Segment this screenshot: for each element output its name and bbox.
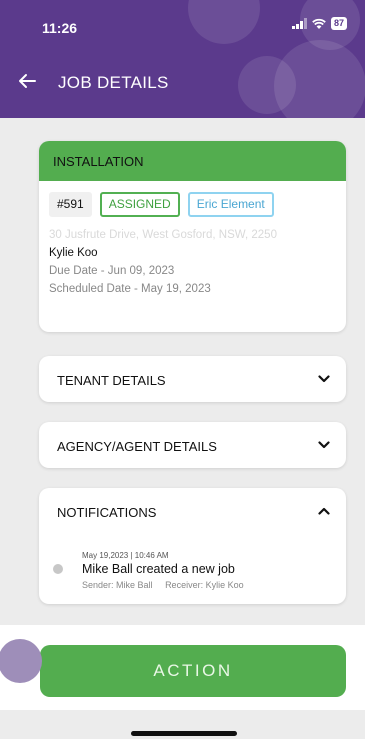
notification-dot <box>53 564 63 574</box>
cellular-signal-icon <box>291 18 307 29</box>
notification-timestamp: May 19,2023 | 10:46 AM <box>82 551 169 560</box>
scheduled-date: Scheduled Date - May 19, 2023 <box>49 283 211 295</box>
status-icons: 87 <box>291 17 347 30</box>
page-title: JOB DETAILS <box>58 73 169 92</box>
assignee-badge: Eric Element <box>187 192 274 217</box>
battery-icon: 87 <box>330 17 347 30</box>
notifications-section: NOTIFICATIONS May 19,2023 | 10:46 AM Mik… <box>39 488 346 604</box>
arrow-left-icon[interactable] <box>16 70 38 92</box>
job-address: 30 Jusfrute Drive, West Gosford, NSW, 22… <box>49 229 277 241</box>
tenant-name: Kylie Koo <box>49 247 98 259</box>
due-date: Due Date - Jun 09, 2023 <box>49 265 175 277</box>
app-header: 11:26 87 JOB DETAILS <box>0 0 365 118</box>
job-tags: #591 ASSIGNED Eric Element <box>49 192 346 217</box>
chevron-up-icon[interactable] <box>318 506 330 516</box>
job-type-header: INSTALLATION <box>39 141 346 181</box>
touch-indicator <box>0 639 42 683</box>
notification-text: Mike Ball created a new job <box>82 562 235 576</box>
tenant-details-section[interactable]: TENANT DETAILS <box>39 356 346 402</box>
section-title: AGENCY/AGENT DETAILS <box>57 439 217 454</box>
chevron-down-icon[interactable] <box>318 440 330 450</box>
decor-bubble <box>188 0 260 44</box>
job-summary-card: INSTALLATION #591 ASSIGNED Eric Element … <box>39 141 346 332</box>
job-id-badge: #591 <box>49 192 92 217</box>
notification-sender: Sender: Mike Ball <box>82 580 153 590</box>
status-time: 11:26 <box>42 20 78 36</box>
home-indicator <box>131 731 237 736</box>
decor-bubble <box>274 40 365 118</box>
action-button[interactable]: ACTION <box>40 645 346 697</box>
notification-receiver: Receiver: Kylie Koo <box>165 580 244 590</box>
status-badge: ASSIGNED <box>99 192 180 217</box>
chevron-down-icon[interactable] <box>318 374 330 384</box>
section-title: TENANT DETAILS <box>57 373 166 388</box>
wifi-icon <box>312 18 326 29</box>
notification-participants: Sender: Mike Ball Receiver: Kylie Koo <box>82 580 254 590</box>
agency-details-section[interactable]: AGENCY/AGENT DETAILS <box>39 422 346 468</box>
section-title: NOTIFICATIONS <box>57 505 157 520</box>
